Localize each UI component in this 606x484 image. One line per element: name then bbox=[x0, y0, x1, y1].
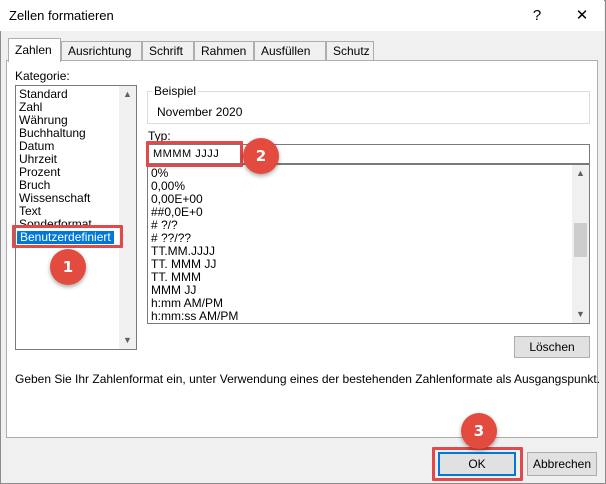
category-list[interactable]: Standard Zahl Währung Buchhaltung Datum … bbox=[15, 85, 137, 350]
hint-text: Geben Sie Ihr Zahlenformat ein, unter Ve… bbox=[15, 372, 601, 386]
category-label: Kategorie: bbox=[15, 69, 70, 83]
scroll-down-icon[interactable]: ▼ bbox=[119, 332, 136, 349]
scroll-thumb[interactable] bbox=[574, 223, 587, 257]
step-badge: 2 bbox=[243, 138, 279, 174]
dialog-title: Zellen formatieren bbox=[9, 8, 114, 23]
tab-ausfuellen[interactable]: Ausfüllen bbox=[254, 41, 326, 60]
step-badge: 1 bbox=[50, 249, 86, 285]
help-button[interactable]: ? bbox=[515, 0, 559, 31]
sample-value: November 2020 bbox=[157, 105, 243, 119]
step-badge: 3 bbox=[461, 413, 497, 449]
delete-button[interactable]: Löschen bbox=[514, 336, 590, 358]
category-scrollbar[interactable]: ▲ ▼ bbox=[119, 86, 136, 349]
scroll-up-icon[interactable]: ▲ bbox=[572, 165, 589, 182]
cancel-button[interactable]: Abbrechen bbox=[527, 452, 597, 476]
scroll-up-icon[interactable]: ▲ bbox=[119, 86, 136, 103]
tab-zahlen[interactable]: Zahlen bbox=[8, 38, 61, 62]
highlight-box bbox=[12, 225, 123, 248]
tab-ausrichtung[interactable]: Ausrichtung bbox=[61, 41, 142, 60]
highlight-box bbox=[432, 447, 523, 481]
scroll-down-icon[interactable]: ▼ bbox=[572, 306, 589, 323]
format-scrollbar[interactable]: ▲ ▼ bbox=[572, 165, 589, 323]
tab-rahmen[interactable]: Rahmen bbox=[194, 41, 254, 60]
tab-schrift[interactable]: Schrift bbox=[142, 41, 194, 60]
format-item[interactable]: h:mm:ss AM/PM bbox=[151, 310, 238, 323]
close-button[interactable]: ✕ bbox=[560, 0, 604, 31]
highlight-box bbox=[146, 141, 243, 167]
format-list[interactable]: 0% 0,00% 0,00E+00 ##0,0E+0 # ?/? # ??/??… bbox=[147, 164, 590, 324]
sample-label: Beispiel bbox=[152, 84, 199, 98]
tab-schutz[interactable]: Schutz bbox=[326, 41, 374, 60]
